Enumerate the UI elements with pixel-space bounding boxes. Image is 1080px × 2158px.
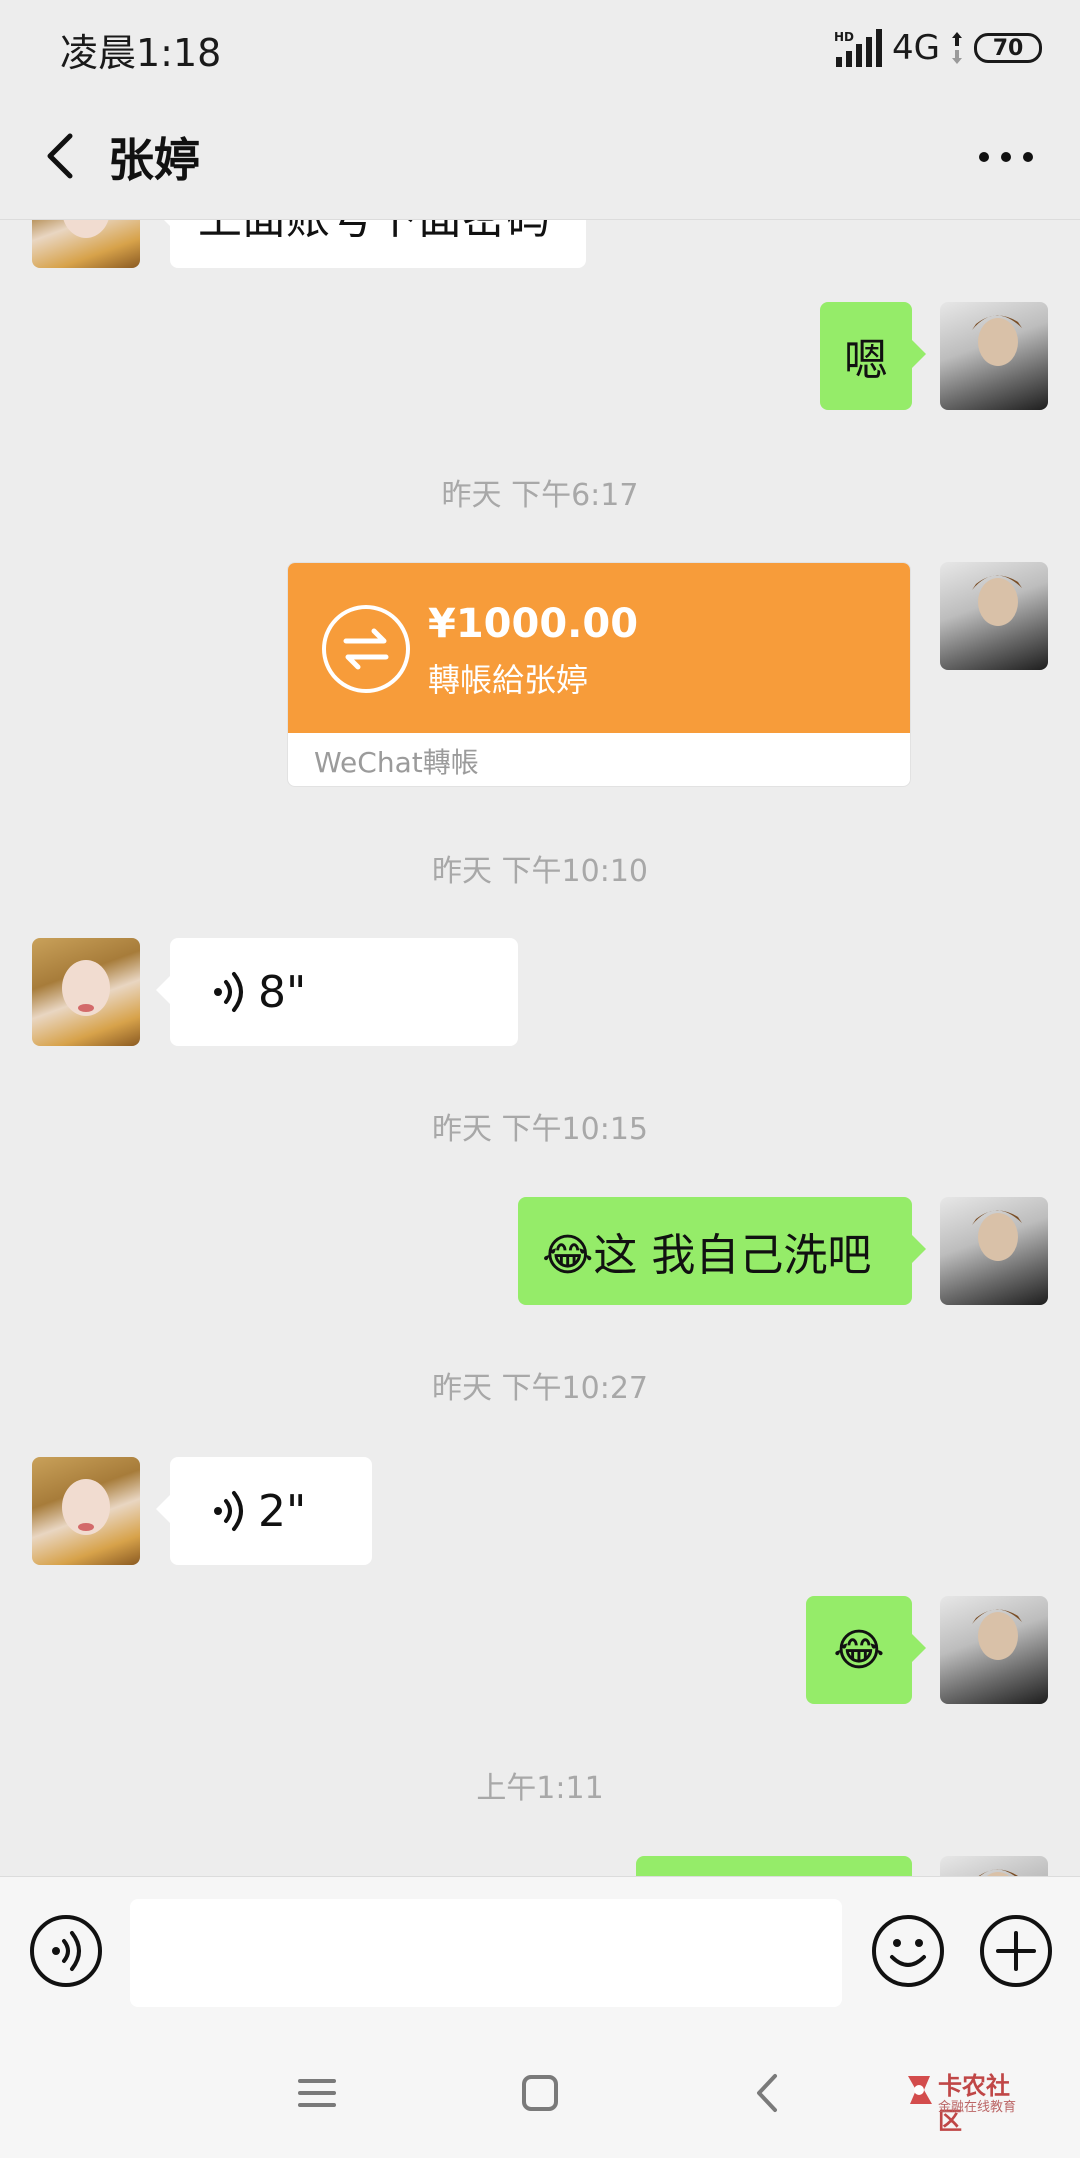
message-bubble-incoming[interactable]: 上面账号下面密码	[156, 220, 586, 268]
emoji-icon[interactable]	[870, 1913, 946, 1989]
message-bubble-outgoing[interactable]: 嗯	[820, 302, 926, 410]
message-text: 上面账号下面密码	[198, 220, 550, 246]
status-indicators: HD 4G 70	[834, 26, 1042, 70]
voice-duration: 8"	[258, 966, 307, 1018]
timestamp: 昨天 下午10:27	[432, 1371, 648, 1406]
watermark-subtitle: 金融在线教育	[938, 2100, 1017, 2115]
message-bubble-outgoing[interactable]: 😂	[806, 1596, 926, 1704]
self-avatar[interactable]	[940, 1596, 1048, 1704]
input-bar	[0, 1876, 1080, 2028]
voice-icon	[214, 1491, 243, 1531]
plus-icon[interactable]	[978, 1913, 1054, 1989]
message-list[interactable]: 上面账号下面密码 嗯 昨天 下午6:17 ¥1000.00 轉帳給张婷 WeCh…	[0, 220, 1080, 1876]
svg-text:HD: HD	[834, 30, 854, 44]
message-input[interactable]	[130, 1899, 842, 2007]
system-nav-bar: 卡农社区 金融在线教育	[0, 2028, 1080, 2158]
message-text: 嗯	[844, 335, 888, 386]
home-icon[interactable]	[515, 2068, 565, 2118]
timestamp: 昨天 下午10:10	[432, 854, 648, 889]
signal-icon: HD	[834, 29, 883, 67]
status-time: 凌晨1:18	[60, 31, 222, 75]
nav-back-icon[interactable]	[743, 2068, 793, 2118]
battery-indicator: 70	[974, 33, 1042, 63]
voice-icon	[214, 972, 243, 1012]
timestamp: 昨天 下午6:17	[441, 478, 639, 513]
more-options-icon[interactable]	[972, 132, 1040, 182]
watermark: 卡农社区 金融在线教育	[902, 2066, 1026, 2135]
contact-avatar[interactable]	[32, 938, 140, 1046]
transfer-card[interactable]: ¥1000.00 轉帳給张婷 WeChat轉帳	[287, 562, 911, 787]
voice-message-incoming[interactable]: 2"	[156, 1457, 372, 1565]
transfer-header: ¥1000.00 轉帳給张婷	[288, 563, 910, 733]
transfer-amount: ¥1000.00	[428, 601, 639, 647]
transfer-icon	[322, 605, 410, 693]
timestamp: 上午1:11	[476, 1771, 604, 1806]
transfer-description: 轉帳給张婷	[428, 661, 589, 699]
watermark-logo-icon	[908, 2076, 932, 2104]
contact-avatar[interactable]	[32, 220, 140, 268]
menu-icon[interactable]	[292, 2068, 342, 2118]
chat-header: 张婷	[0, 96, 1080, 220]
message-bubble-outgoing[interactable]	[636, 1856, 912, 1876]
voice-input-icon[interactable]	[28, 1913, 104, 1989]
contact-avatar[interactable]	[32, 1457, 140, 1565]
chat-title: 张婷	[108, 133, 200, 187]
self-avatar[interactable]	[940, 302, 1048, 410]
message-bubble-outgoing[interactable]: 😂这 我自己洗吧	[518, 1197, 926, 1305]
timestamp: 昨天 下午10:15	[432, 1112, 648, 1147]
transfer-footer: WeChat轉帳	[314, 746, 479, 779]
data-activity-icon	[952, 32, 962, 64]
status-bar: 凌晨1:18 HD 4G 70	[0, 0, 1080, 96]
voice-message-incoming[interactable]: 8"	[156, 938, 518, 1046]
message-text: 😂这 我自己洗吧	[542, 1230, 872, 1281]
network-type: 4G	[892, 28, 940, 68]
voice-duration: 2"	[258, 1485, 307, 1537]
back-arrow-icon[interactable]	[32, 124, 92, 188]
self-avatar[interactable]	[940, 1197, 1048, 1305]
message-text: 😂	[833, 1624, 885, 1676]
self-avatar[interactable]	[940, 1856, 1048, 1876]
self-avatar[interactable]	[940, 562, 1048, 670]
